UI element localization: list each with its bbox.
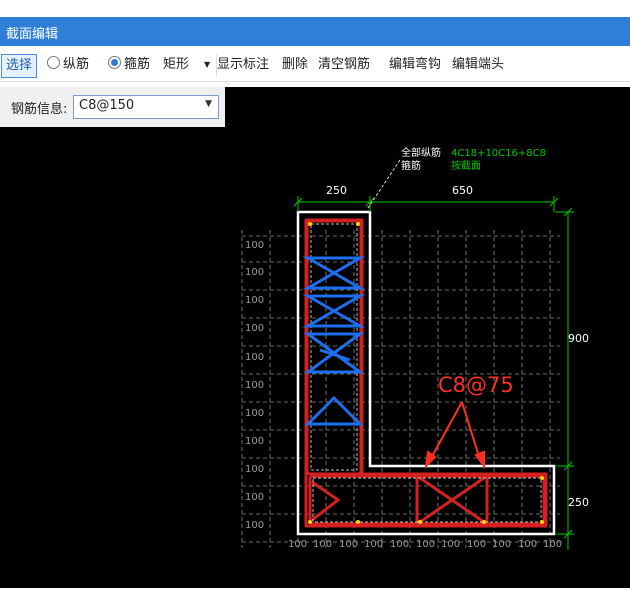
grid-label: 100 <box>288 539 307 550</box>
rebar-info-label: 钢筋信息: <box>11 102 68 117</box>
window-titlebar: 截面编辑 <box>0 17 630 46</box>
rebar-info-value: C8@150 <box>79 98 135 113</box>
longitudinal-spec: 4C18+10C16+8C8 <box>451 148 546 159</box>
grid-label: 100 <box>245 295 264 306</box>
longitudinal-radio-label: 纵筋 <box>63 57 90 72</box>
chevron-down-icon: ▼ <box>205 99 212 109</box>
shape-dropdown-value: 矩形 <box>163 57 190 72</box>
tie-stirrup-blue[interactable] <box>302 256 366 290</box>
toolbar: 选择 纵筋 箍筋 矩形 ▼ 显示标注 删除 清空钢筋 编辑弯钩 编辑端头 <box>0 49 630 82</box>
grid-labels-bottom: 100 100 100 100 100 100 100 100 100 100 100 <box>288 539 562 550</box>
tie-stirrup-blue[interactable] <box>303 332 365 374</box>
clear-rebar-button[interactable]: 清空钢筋 <box>318 56 370 74</box>
show-annotations-button[interactable]: 显示标注 <box>217 56 269 74</box>
canvas-top-strip <box>225 87 630 127</box>
grid-label: 100 <box>245 464 264 475</box>
grid-label: 100 <box>245 267 264 278</box>
window-title: 截面编辑 <box>6 27 59 42</box>
grid-label: 100 <box>245 492 264 503</box>
grid-label: 100 <box>339 539 358 550</box>
longitudinal-radio-icon <box>47 56 60 69</box>
edit-end-button[interactable]: 编辑端头 <box>452 56 504 74</box>
longitudinal-radio[interactable]: 纵筋 <box>47 56 89 74</box>
chevron-down-icon: ▼ <box>204 60 211 69</box>
drawing-canvas[interactable]: 100 100 100 100 100 100 100 100 100 100 100 100 100… <box>0 127 630 588</box>
grid-label: 100 <box>313 539 332 550</box>
stirrup-spec: 按截面 <box>451 159 481 172</box>
callout-arrows <box>424 401 485 470</box>
callout-label: C8@75 <box>438 373 514 397</box>
dimension-top-right: 650 <box>452 184 473 197</box>
section-drawing: 100100100100100100100100100100100 100 100… <box>241 146 589 550</box>
annotation-all-longitudinal: 全部纵筋 <box>401 146 441 159</box>
delete-button[interactable]: 删除 <box>282 56 308 74</box>
grid-labels-left: 100 100 100 100 100 100 100 100 100 100 100 <box>245 240 264 531</box>
grid-label: 100 <box>245 436 264 447</box>
grid-label: 100 <box>364 539 383 550</box>
stirrup-radio-label: 箍筋 <box>124 57 151 72</box>
grid-label: 100 <box>467 539 486 550</box>
rebar-info-panel: 钢筋信息: C8@150 ▼ <box>0 87 225 127</box>
grid-label: 100 <box>245 240 264 251</box>
dashed-inner-outline <box>310 223 358 471</box>
tie-stirrup-blue[interactable] <box>302 294 366 328</box>
grid-label: 100 <box>245 352 264 363</box>
grid-label: 100 <box>543 539 562 550</box>
grid-label: 100 <box>416 539 435 550</box>
annotation-leader <box>367 159 401 209</box>
shape-dropdown[interactable]: 矩形 ▼ <box>160 54 217 76</box>
grid-label: 100 <box>441 539 460 550</box>
edit-hook-button[interactable]: 编辑弯钩 <box>389 56 441 74</box>
grid-label: 100 <box>518 539 537 550</box>
select-button[interactable]: 选择 <box>1 54 38 78</box>
rebar-info-select[interactable]: C8@150 ▼ <box>73 95 219 119</box>
grid-label: 100 <box>245 520 264 531</box>
grid-label: 100 <box>245 408 264 419</box>
grid-label: 100 <box>245 323 264 334</box>
annotation-stirrup: 箍筋 <box>401 159 421 172</box>
dimension-right-lower: 250 <box>568 496 589 509</box>
dimension-top-left: 250 <box>326 184 347 197</box>
grid-label: 100 <box>245 380 264 391</box>
stirrup-radio-icon <box>108 56 121 69</box>
grid-label: 100 <box>492 539 511 550</box>
stirrup-radio[interactable]: 箍筋 <box>108 56 150 74</box>
grid-label: 100 <box>390 539 409 550</box>
dimension-right-upper: 900 <box>568 332 589 345</box>
